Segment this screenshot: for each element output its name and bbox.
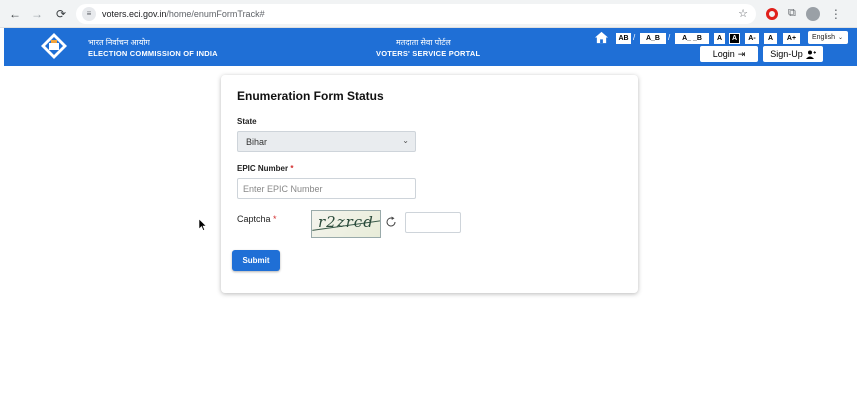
address-bar[interactable]: ≡ voters.eci.gov.in/home/enumFormTrack# …: [76, 3, 756, 24]
captcha-input[interactable]: [405, 212, 461, 233]
separator: /: [668, 33, 671, 42]
required-asterisk: *: [290, 164, 294, 173]
contrast-a-b-button[interactable]: A_B: [640, 33, 666, 44]
font-decrease-button[interactable]: A-: [745, 33, 759, 44]
state-label: State: [237, 117, 257, 126]
site-header: भारत निर्वाचन आयोग ELECTION COMMISSION O…: [4, 28, 857, 66]
refresh-captcha-icon[interactable]: [385, 216, 397, 228]
url-host: voters.eci.gov.in: [102, 8, 167, 19]
chevron-down-icon: ⌄: [837, 35, 843, 41]
opera-extension-icon[interactable]: [766, 7, 778, 20]
bookmark-star-icon[interactable]: ☆: [738, 7, 748, 20]
extensions-puzzle-icon[interactable]: ⧉: [788, 7, 796, 20]
home-icon[interactable]: [594, 31, 609, 44]
browser-menu-icon[interactable]: ⋮: [830, 7, 842, 21]
epic-label-text: EPIC Number: [237, 164, 289, 173]
epic-number-input[interactable]: Enter EPIC Number: [237, 178, 416, 199]
chevron-down-icon: ⌄: [402, 136, 409, 145]
captcha-label-text: Captcha: [237, 214, 271, 224]
captcha-image: r2zrcd: [311, 210, 381, 238]
state-select[interactable]: Bihar ⌄: [237, 131, 416, 152]
theme-light-button[interactable]: A: [714, 33, 725, 44]
font-normal-button[interactable]: A: [764, 33, 777, 44]
portal-name-english: VOTERS' SERVICE PORTAL: [376, 49, 481, 58]
enumeration-form-card: Enumeration Form Status State Bihar ⌄ EP…: [221, 75, 638, 293]
mouse-cursor-icon: [199, 219, 207, 231]
add-user-icon: [805, 50, 816, 59]
signup-button[interactable]: Sign-Up: [763, 46, 823, 62]
language-label: English: [812, 34, 835, 41]
browser-toolbar: ← → ⟳ ≡ voters.eci.gov.in/home/enumFormT…: [0, 0, 857, 28]
eci-logo-icon[interactable]: [40, 32, 68, 60]
state-value: Bihar: [246, 136, 268, 147]
captcha-text: r2zrcd: [318, 213, 374, 231]
back-arrow-icon[interactable]: ←: [6, 5, 24, 23]
site-settings-icon[interactable]: ≡: [82, 6, 96, 21]
language-select[interactable]: English ⌄: [808, 31, 848, 44]
eci-name-hindi: भारत निर्वाचन आयोग: [88, 38, 150, 47]
login-button[interactable]: Login ⇥: [700, 46, 758, 62]
separator: /: [633, 33, 636, 42]
required-asterisk: *: [273, 214, 277, 224]
profile-avatar-icon[interactable]: [805, 6, 820, 21]
login-label: Login: [712, 49, 735, 59]
font-increase-button[interactable]: A+: [783, 33, 800, 44]
login-arrow-icon: ⇥: [737, 48, 746, 59]
portal-name-hindi: मतदाता सेवा पोर्टल: [396, 38, 451, 47]
forward-arrow-icon[interactable]: →: [28, 5, 46, 23]
page-title: Enumeration Form Status: [237, 89, 384, 103]
signup-label: Sign-Up: [770, 49, 803, 59]
eci-name-english: ELECTION COMMISSION OF INDIA: [88, 49, 218, 58]
epic-label: EPIC Number *: [237, 164, 293, 173]
contrast-a--b-button[interactable]: A_ _B: [675, 33, 709, 44]
captcha-label: Captcha *: [237, 214, 277, 224]
contrast-ab-button[interactable]: AB: [616, 33, 631, 44]
epic-placeholder: Enter EPIC Number: [243, 183, 323, 194]
theme-dark-button[interactable]: A: [729, 33, 740, 44]
submit-button[interactable]: Submit: [232, 250, 280, 271]
reload-icon[interactable]: ⟳: [52, 5, 70, 23]
url-path: /home/enumFormTrack#: [166, 8, 265, 19]
